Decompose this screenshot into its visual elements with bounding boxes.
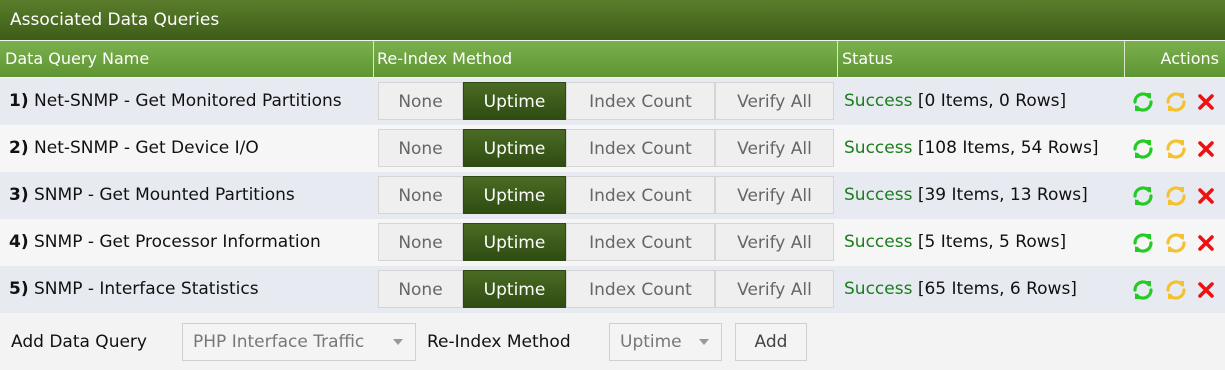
header-status: Status [838, 41, 1125, 77]
method-index-count-button[interactable]: Index Count [566, 82, 715, 120]
status-success: Success [844, 185, 913, 205]
query-name: 2) Net-SNMP - Get Device I/O [9, 125, 259, 172]
method-uptime-button[interactable]: Uptime [463, 129, 566, 167]
query-status: Success [108 Items, 54 Rows] [844, 125, 1099, 172]
row-actions [1131, 125, 1221, 172]
reindex-method-selector: None Uptime Index Count Verify All [378, 223, 834, 261]
verbose-reload-icon[interactable] [1164, 138, 1188, 160]
row-number: 3) [9, 185, 29, 205]
method-uptime-button[interactable]: Uptime [463, 223, 566, 261]
reindex-method-selector: None Uptime Index Count Verify All [378, 129, 834, 167]
add-button[interactable]: Add [735, 323, 807, 361]
reindex-method-label: Re-Index Method [427, 332, 571, 352]
data-query-select-value: PHP Interface Traffic [193, 332, 365, 352]
query-status: Success [39 Items, 13 Rows] [844, 172, 1088, 219]
chevron-down-icon [393, 339, 403, 345]
method-verify-all-button[interactable]: Verify All [715, 129, 834, 167]
reload-query-icon[interactable] [1131, 279, 1155, 301]
reload-query-icon[interactable] [1131, 91, 1155, 113]
verbose-reload-icon[interactable] [1164, 279, 1188, 301]
table-row: 2) Net-SNMP - Get Device I/O None Uptime… [0, 125, 1225, 172]
delete-icon[interactable] [1194, 232, 1218, 254]
header-reindex-method: Re-Index Method [374, 41, 838, 77]
header-data-query-name: Data Query Name [0, 41, 374, 77]
table-row: 1) Net-SNMP - Get Monitored Partitions N… [0, 78, 1225, 125]
verbose-reload-icon[interactable] [1164, 185, 1188, 207]
row-actions [1131, 219, 1221, 266]
method-verify-all-button[interactable]: Verify All [715, 270, 834, 308]
delete-icon[interactable] [1194, 185, 1218, 207]
status-detail: [0 Items, 0 Rows] [917, 91, 1067, 111]
query-name: 3) SNMP - Get Mounted Partitions [9, 172, 295, 219]
reindex-method-select[interactable]: Uptime [609, 323, 722, 361]
method-index-count-button[interactable]: Index Count [566, 223, 715, 261]
method-verify-all-button[interactable]: Verify All [715, 176, 834, 214]
method-index-count-button[interactable]: Index Count [566, 270, 715, 308]
method-uptime-button[interactable]: Uptime [463, 270, 566, 308]
header-actions: Actions [1160, 49, 1219, 68]
method-verify-all-button[interactable]: Verify All [715, 223, 834, 261]
chevron-down-icon [699, 339, 709, 345]
query-name-text: SNMP - Get Processor Information [34, 232, 321, 252]
row-number: 2) [9, 138, 29, 158]
row-number: 4) [9, 232, 29, 252]
query-name-text: Net-SNMP - Get Device I/O [34, 138, 259, 158]
status-success: Success [844, 91, 913, 111]
delete-icon[interactable] [1194, 91, 1218, 113]
reindex-method-selector: None Uptime Index Count Verify All [378, 176, 834, 214]
method-verify-all-button[interactable]: Verify All [715, 82, 834, 120]
method-uptime-button[interactable]: Uptime [463, 82, 566, 120]
status-detail: [65 Items, 6 Rows] [917, 279, 1077, 299]
table-row: 4) SNMP - Get Processor Information None… [0, 219, 1225, 266]
table-row: 5) SNMP - Interface Statistics None Upti… [0, 266, 1225, 313]
status-detail: [108 Items, 54 Rows] [917, 138, 1099, 158]
method-index-count-button[interactable]: Index Count [566, 129, 715, 167]
method-none-button[interactable]: None [378, 129, 463, 167]
query-name-text: SNMP - Interface Statistics [34, 279, 259, 299]
query-name: 5) SNMP - Interface Statistics [9, 266, 259, 313]
method-none-button[interactable]: None [378, 176, 463, 214]
verbose-reload-icon[interactable] [1164, 232, 1188, 254]
query-status: Success [5 Items, 5 Rows] [844, 219, 1066, 266]
add-data-query-label: Add Data Query [11, 332, 147, 352]
status-detail: [39 Items, 13 Rows] [917, 185, 1088, 205]
method-none-button[interactable]: None [378, 223, 463, 261]
row-actions [1131, 78, 1221, 125]
row-actions [1131, 266, 1221, 313]
verbose-reload-icon[interactable] [1164, 91, 1188, 113]
panel-title: Associated Data Queries [0, 0, 1225, 40]
delete-icon[interactable] [1194, 138, 1218, 160]
delete-icon[interactable] [1194, 279, 1218, 301]
associated-data-queries-panel: Associated Data Queries Data Query Name … [0, 0, 1225, 370]
table-row: 3) SNMP - Get Mounted Partitions None Up… [0, 172, 1225, 219]
status-detail: [5 Items, 5 Rows] [917, 232, 1067, 252]
reindex-method-selector: None Uptime Index Count Verify All [378, 82, 834, 120]
status-success: Success [844, 138, 913, 158]
data-query-select[interactable]: PHP Interface Traffic [182, 323, 416, 361]
reload-query-icon[interactable] [1131, 232, 1155, 254]
method-index-count-button[interactable]: Index Count [566, 176, 715, 214]
method-uptime-button[interactable]: Uptime [463, 176, 566, 214]
row-number: 5) [9, 279, 29, 299]
table-header: Data Query Name Re-Index Method Status A… [0, 41, 1225, 77]
reload-query-icon[interactable] [1131, 185, 1155, 207]
row-number: 1) [9, 91, 29, 111]
reload-query-icon[interactable] [1131, 138, 1155, 160]
status-success: Success [844, 232, 913, 252]
reindex-method-select-value: Uptime [620, 332, 682, 352]
query-status: Success [65 Items, 6 Rows] [844, 266, 1077, 313]
query-name-text: Net-SNMP - Get Monitored Partitions [34, 91, 342, 111]
row-actions [1131, 172, 1221, 219]
method-none-button[interactable]: None [378, 270, 463, 308]
query-status: Success [0 Items, 0 Rows] [844, 78, 1066, 125]
status-success: Success [844, 279, 913, 299]
reindex-method-selector: None Uptime Index Count Verify All [378, 270, 834, 308]
query-name: 1) Net-SNMP - Get Monitored Partitions [9, 78, 342, 125]
add-data-query-form: Add Data Query PHP Interface Traffic Re-… [0, 314, 1225, 370]
method-none-button[interactable]: None [378, 82, 463, 120]
query-name-text: SNMP - Get Mounted Partitions [34, 185, 295, 205]
query-name: 4) SNMP - Get Processor Information [9, 219, 321, 266]
